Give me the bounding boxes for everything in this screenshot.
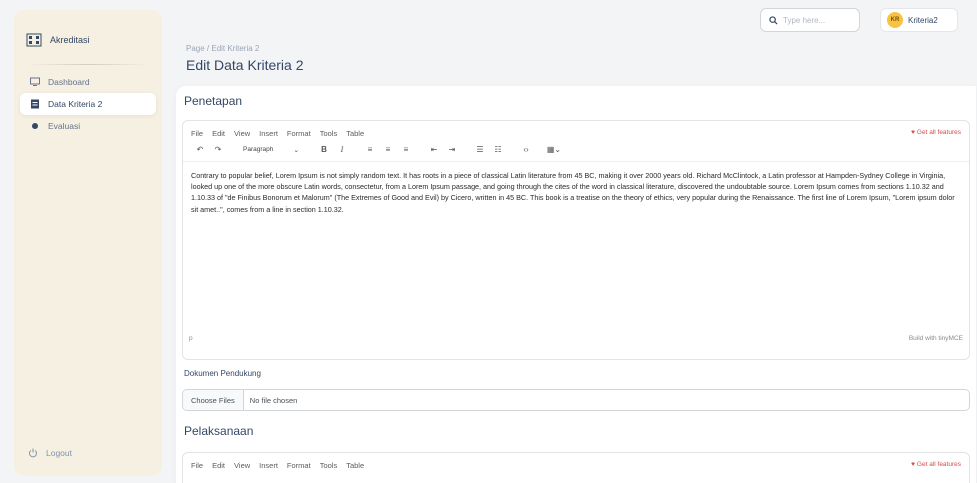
building-icon [26, 33, 42, 47]
menu-file[interactable]: File [191, 129, 203, 138]
paragraph-select[interactable]: Paragraph ⌄ [237, 146, 305, 154]
menu-insert[interactable]: Insert [259, 461, 278, 470]
heart-icon: ♥ [911, 461, 915, 468]
sidebar-item-dashboard[interactable]: Dashboard [20, 71, 156, 93]
bold-icon[interactable]: B [315, 145, 333, 154]
indent-icon[interactable]: ⇥ [443, 145, 461, 154]
search-box[interactable] [760, 8, 860, 32]
menu-view[interactable]: View [234, 129, 250, 138]
menu-table[interactable]: Table [346, 461, 364, 470]
rich-text-editor-pelaksanaan: File Edit View Insert Format Tools Table… [182, 452, 970, 483]
dokumen-label: Dokumen Pendukung [184, 369, 261, 378]
menu-format[interactable]: Format [287, 129, 311, 138]
file-input[interactable]: Choose Files No file chosen [182, 389, 970, 411]
breadcrumb: Page / Edit Kriteria 2 [186, 44, 260, 53]
outdent-icon[interactable]: ⇤ [425, 145, 443, 154]
menu-file[interactable]: File [191, 461, 203, 470]
editor-menubar: File Edit View Insert Format Tools Table [183, 453, 969, 470]
menu-edit[interactable]: Edit [212, 129, 225, 138]
editor-statusbar: p Build with tinyMCE [183, 333, 969, 344]
menu-view[interactable]: View [234, 461, 250, 470]
dot-icon [32, 123, 38, 129]
align-left-icon[interactable]: ≡ [361, 145, 379, 154]
file-status: No file chosen [249, 395, 298, 405]
sidebar-item-data-kriteria[interactable]: Data Kriteria 2 [20, 93, 156, 115]
undo-icon[interactable]: ↶ [191, 145, 209, 154]
editor-toolbar: ↶ ↷ Paragraph ⌄ B I ≡ ≡ ≡ ⇤ ⇥ ☰ ☷ ‹› ▦⌄ [183, 138, 969, 161]
numbered-list-icon[interactable]: ☷ [489, 145, 507, 154]
menu-tools[interactable]: Tools [320, 129, 338, 138]
align-right-icon[interactable]: ≡ [397, 145, 415, 154]
tinymce-branding[interactable]: Build with tinyMCE [909, 335, 963, 342]
logout-label: Logout [46, 448, 72, 458]
user-menu[interactable]: KR Kriteria2 [880, 8, 958, 32]
search-input[interactable] [783, 15, 853, 25]
redo-icon[interactable]: ↷ [209, 145, 227, 154]
rich-text-editor-penetapan: File Edit View Insert Format Tools Table… [182, 120, 970, 360]
menu-table[interactable]: Table [346, 129, 364, 138]
menu-insert[interactable]: Insert [259, 129, 278, 138]
avatar: KR [887, 12, 903, 28]
sidebar-item-label: Dashboard [48, 77, 90, 87]
section-title-pelaksanaan: Pelaksanaan [184, 424, 254, 438]
get-all-features-label: Get all features [916, 129, 961, 136]
italic-icon[interactable]: I [333, 145, 351, 154]
chevron-down-icon: ⌄ [293, 146, 299, 154]
sidebar-item-evaluasi[interactable]: Evaluasi [20, 115, 156, 137]
menu-format[interactable]: Format [287, 461, 311, 470]
bullet-list-icon[interactable]: ☰ [471, 145, 489, 154]
element-path: p [189, 335, 193, 342]
menu-edit[interactable]: Edit [212, 461, 225, 470]
table-icon[interactable]: ▦⌄ [545, 145, 563, 154]
section-title-penetapan: Penetapan [184, 94, 243, 108]
menu-tools[interactable]: Tools [320, 461, 338, 470]
document-icon [31, 99, 39, 109]
editor-content[interactable]: Contrary to popular belief, Lorem Ipsum … [183, 161, 969, 333]
sidebar-item-label: Data Kriteria 2 [48, 99, 103, 109]
code-icon[interactable]: ‹› [517, 145, 535, 154]
get-all-features-label: Get all features [916, 461, 961, 468]
heart-icon: ♥ [911, 129, 915, 136]
user-name: Kriteria2 [908, 15, 938, 25]
get-all-features-button[interactable]: ♥ Get all features [911, 129, 961, 136]
power-icon [29, 448, 37, 458]
editor-menubar: File Edit View Insert Format Tools Table [183, 121, 969, 138]
logout-button[interactable]: Logout [28, 448, 72, 458]
divider [26, 64, 150, 65]
page-title: Edit Data Kriteria 2 [186, 57, 304, 73]
align-center-icon[interactable]: ≡ [379, 145, 397, 154]
sidebar-item-label: Evaluasi [48, 121, 81, 131]
sidebar: Akreditasi Dashboard Data Kriteria 2 Eva… [14, 10, 162, 476]
brand[interactable]: Akreditasi [14, 10, 162, 54]
paragraph-select-label: Paragraph [243, 145, 274, 153]
choose-files-button[interactable]: Choose Files [183, 390, 244, 410]
brand-name: Akreditasi [50, 35, 90, 45]
monitor-icon [30, 77, 40, 86]
search-icon [769, 15, 778, 25]
get-all-features-button[interactable]: ♥ Get all features [911, 461, 961, 468]
